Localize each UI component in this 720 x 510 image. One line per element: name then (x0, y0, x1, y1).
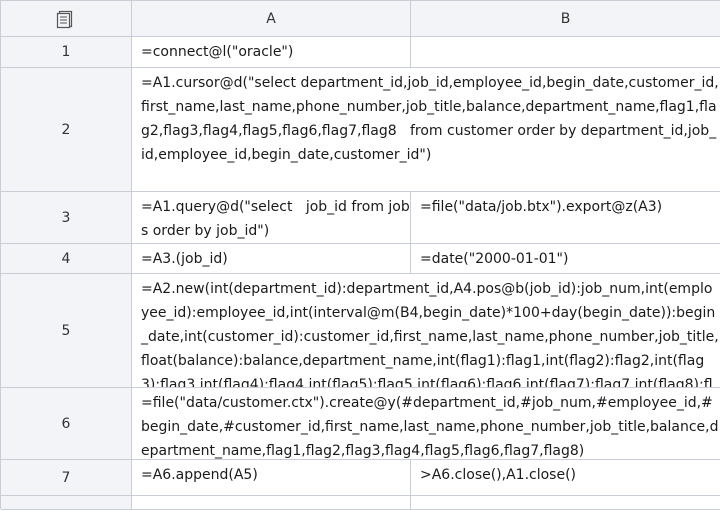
select-all-corner[interactable] (1, 1, 132, 37)
cell-a7[interactable]: =A6.append(A5) (132, 460, 411, 496)
cell-a4[interactable]: =A3.(job_id) (132, 244, 411, 274)
cell-b3[interactable]: =file("data/job.btx").export@z(A3) (411, 192, 720, 244)
row-header-2[interactable]: 2 (1, 68, 132, 192)
cell-b4[interactable]: =date("2000-01-01") (411, 244, 720, 274)
cell-a3[interactable]: =A1.query@d("select job_id from jobs ord… (132, 192, 411, 244)
cell-next-a[interactable] (132, 496, 411, 510)
row-header-7[interactable]: 7 (1, 460, 132, 496)
cell-b7[interactable]: >A6.close(),A1.close() (411, 460, 720, 496)
row-header-5[interactable]: 5 (1, 274, 132, 388)
row-header-3[interactable]: 3 (1, 192, 132, 244)
grid-select-icon (56, 10, 73, 28)
column-header-b[interactable]: B (411, 1, 720, 37)
row-header-6[interactable]: 6 (1, 388, 132, 460)
row-header-1[interactable]: 1 (1, 37, 132, 68)
cell-a5[interactable]: =A2.new(int(department_id):department_id… (132, 274, 720, 388)
cell-b1[interactable] (411, 37, 720, 68)
cell-a6[interactable]: =file("data/customer.ctx").create@y(#dep… (132, 388, 720, 460)
row-header-next[interactable] (1, 496, 132, 510)
cell-a2[interactable]: =A1.cursor@d("select department_id,job_i… (132, 68, 720, 192)
spreadsheet-grid: A B 1 =connect@l("oracle") 2 =A1.cursor@… (0, 0, 720, 510)
column-header-a[interactable]: A (132, 1, 411, 37)
cell-a1[interactable]: =connect@l("oracle") (132, 37, 411, 68)
cell-next-b[interactable] (411, 496, 720, 510)
row-header-4[interactable]: 4 (1, 244, 132, 274)
